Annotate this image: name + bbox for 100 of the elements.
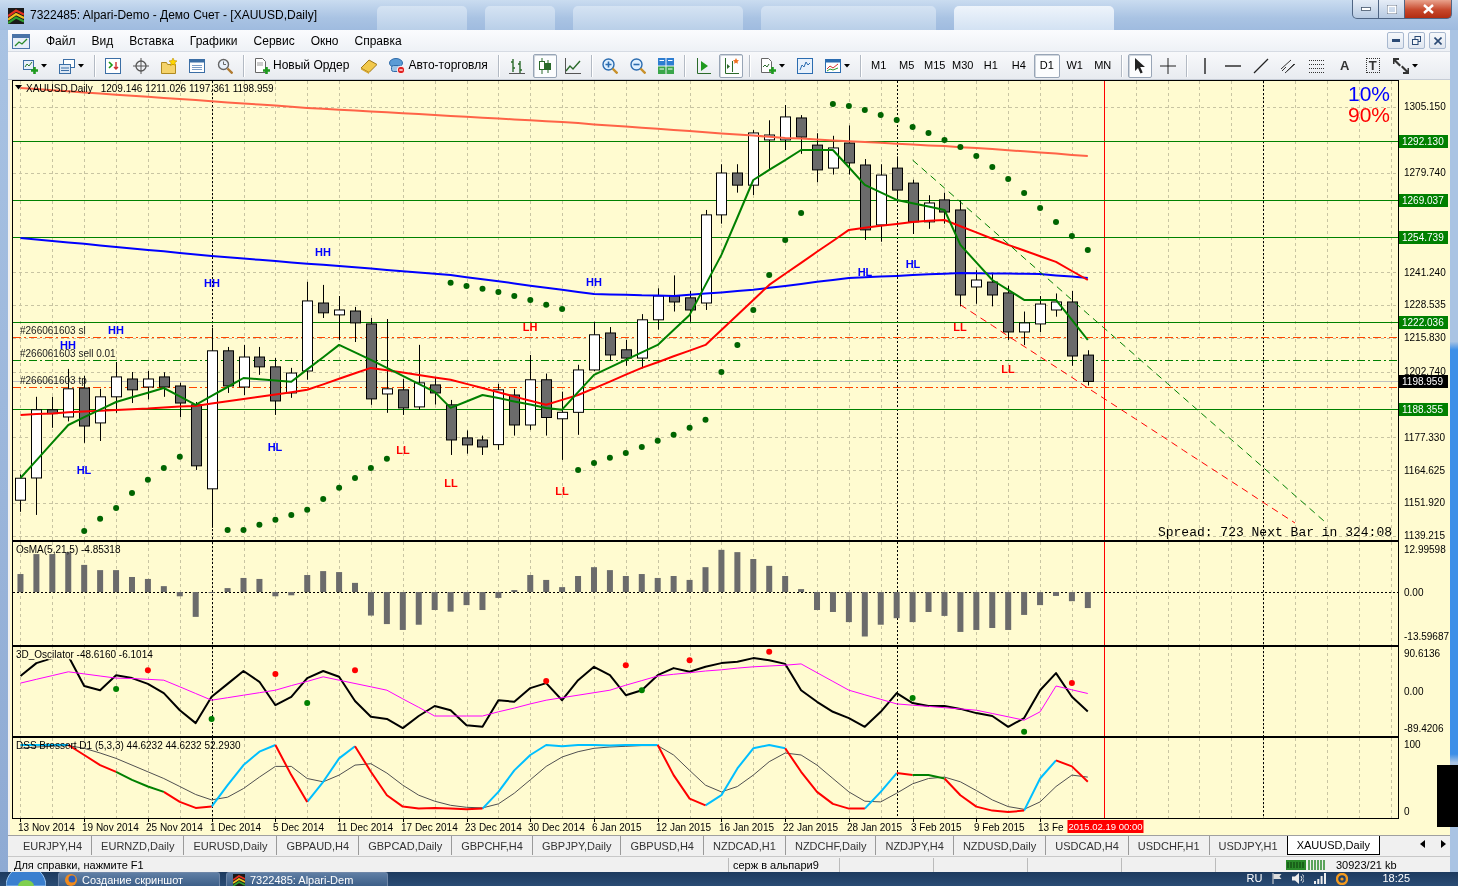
symbol-tab[interactable]: NZDCAD,H1 bbox=[703, 836, 785, 855]
symbol-tab[interactable]: GBPCAD,Daily bbox=[358, 836, 452, 855]
close-button[interactable] bbox=[1405, 0, 1452, 19]
chart-arrow-icon bbox=[694, 57, 711, 74]
symbol-tab[interactable]: USDJPY,H1 bbox=[1208, 836, 1287, 855]
sar-point bbox=[909, 124, 916, 130]
period-button[interactable]: H1 bbox=[977, 53, 1004, 78]
signal-point bbox=[272, 670, 279, 677]
symbol-tab[interactable]: XAUUSD,Daily bbox=[1286, 836, 1381, 855]
symbol-tab[interactable]: USDCHF,H1 bbox=[1127, 836, 1209, 855]
period-button[interactable]: D1 bbox=[1033, 53, 1060, 78]
symbol-tab[interactable]: GBPUSD,H4 bbox=[620, 836, 703, 855]
caret-icon[interactable] bbox=[15, 85, 22, 90]
symbol-tab[interactable]: GBPCHF,H4 bbox=[451, 836, 532, 855]
sar-point bbox=[686, 424, 693, 431]
histogram-bar bbox=[383, 592, 390, 625]
period-button[interactable]: M15 bbox=[921, 53, 948, 78]
flag-icon[interactable] bbox=[1272, 873, 1283, 884]
histogram-bar bbox=[941, 592, 948, 616]
candlestick bbox=[971, 269, 982, 305]
sar-point bbox=[1068, 233, 1075, 240]
histogram-bar bbox=[352, 582, 358, 593]
document-plus-button[interactable]: Новый Ордер bbox=[250, 53, 354, 78]
price-label: 1177.330 bbox=[1404, 431, 1445, 443]
histogram-bar bbox=[256, 578, 263, 593]
symbol-tab[interactable]: NZDCHF,Daily bbox=[784, 836, 876, 855]
signal-bars-icon[interactable] bbox=[1314, 873, 1327, 884]
candlestick bbox=[318, 284, 329, 319]
scroll-right-icon[interactable] bbox=[1441, 840, 1446, 848]
period-button[interactable]: H4 bbox=[1005, 53, 1032, 78]
period-button[interactable]: M5 bbox=[893, 53, 920, 78]
text-tool-button[interactable]: A bbox=[1332, 53, 1357, 78]
candlestick bbox=[637, 313, 648, 369]
candlestick bbox=[47, 396, 58, 429]
histogram-bar bbox=[144, 578, 151, 593]
stop-badge-button[interactable]: Авто-торговля bbox=[385, 53, 492, 78]
minimize-button[interactable] bbox=[1387, 32, 1404, 49]
candlestick bbox=[493, 383, 504, 451]
candlestick-button[interactable] bbox=[532, 53, 557, 78]
sar-point bbox=[766, 272, 773, 279]
menu-item[interactable]: Справка bbox=[346, 30, 410, 51]
histogram-bar bbox=[129, 577, 135, 593]
histogram-bar bbox=[336, 572, 343, 593]
line-chart-icon bbox=[564, 57, 581, 74]
taskbar-button[interactable]: Создание скриншот bbox=[58, 872, 220, 886]
menu-item[interactable]: Окно bbox=[302, 30, 347, 51]
symbol-tab[interactable]: EURNZD,Daily bbox=[91, 836, 184, 855]
sar-point bbox=[336, 484, 343, 491]
signal-point bbox=[543, 678, 550, 684]
menu-item[interactable]: Графики bbox=[181, 30, 246, 51]
symbol-tab[interactable]: GBPAUD,H4 bbox=[276, 836, 359, 855]
speaker-icon[interactable] bbox=[1292, 873, 1305, 884]
price-tag: 1198.959 bbox=[1399, 375, 1448, 388]
close-button[interactable] bbox=[1429, 32, 1446, 49]
symbol-tab[interactable]: EURJPY,H4 bbox=[14, 836, 92, 855]
chart-shift-button[interactable] bbox=[718, 53, 743, 78]
chart-stripes-icon bbox=[8, 8, 24, 24]
menu-item[interactable]: Вид bbox=[83, 30, 122, 51]
maximize-button[interactable] bbox=[1379, 0, 1405, 19]
axis-label: -13.59687 bbox=[1404, 631, 1450, 642]
signal-point bbox=[144, 667, 151, 674]
symbol-tab[interactable]: NZDJPY,H4 bbox=[875, 836, 953, 855]
axis-label: 12.99598 bbox=[1404, 544, 1446, 556]
signal-point bbox=[304, 700, 311, 707]
date-label: 3 Feb 2015 bbox=[911, 822, 962, 833]
scroll-left-icon[interactable] bbox=[1420, 840, 1425, 848]
sar-point bbox=[1021, 189, 1028, 196]
date-label: 16 Jan 2015 bbox=[719, 822, 775, 833]
candlestick bbox=[732, 163, 743, 194]
histogram-bar bbox=[240, 577, 247, 593]
symbol-tab[interactable]: GBPJPY,Daily bbox=[531, 836, 621, 855]
symbol-tab[interactable]: NZDUSD,Daily bbox=[952, 836, 1046, 855]
ring-icon[interactable] bbox=[1336, 872, 1349, 885]
text-tool-button[interactable]: T bbox=[1360, 53, 1385, 78]
symbol-tab[interactable]: USDCAD,H4 bbox=[1045, 836, 1128, 855]
period-button[interactable]: W1 bbox=[1061, 53, 1088, 78]
menu-item[interactable]: Вставка bbox=[121, 30, 182, 51]
restore-button[interactable] bbox=[1408, 32, 1425, 49]
candlestick bbox=[987, 272, 998, 307]
symbol-tab[interactable]: EURUSD,Daily bbox=[183, 836, 277, 855]
taskbar-button[interactable]: 7322485: Alpari-Dem bbox=[226, 872, 388, 886]
period-button[interactable]: M1 bbox=[865, 53, 892, 78]
candlestick bbox=[844, 124, 855, 176]
sar-point bbox=[463, 282, 470, 289]
cursor-button[interactable] bbox=[1127, 53, 1152, 78]
candlestick bbox=[430, 376, 441, 406]
histogram-bar bbox=[367, 592, 374, 616]
period-button[interactable]: MN bbox=[1089, 53, 1116, 78]
menu-item[interactable]: Файл bbox=[38, 30, 84, 51]
candlestick bbox=[239, 344, 250, 396]
period-button[interactable]: M30 bbox=[949, 53, 976, 78]
menu-item[interactable]: Сервис bbox=[245, 30, 303, 51]
language-indicator[interactable]: RU bbox=[1246, 872, 1263, 885]
minimize-button[interactable] bbox=[1352, 0, 1379, 19]
chart-window-icon bbox=[824, 57, 841, 74]
chart-window-icon[interactable] bbox=[12, 32, 30, 49]
histogram-bar bbox=[798, 589, 805, 593]
candlestick bbox=[541, 373, 552, 437]
candlestick bbox=[796, 114, 807, 155]
date-label: 1 Dec 2014 bbox=[210, 822, 262, 833]
